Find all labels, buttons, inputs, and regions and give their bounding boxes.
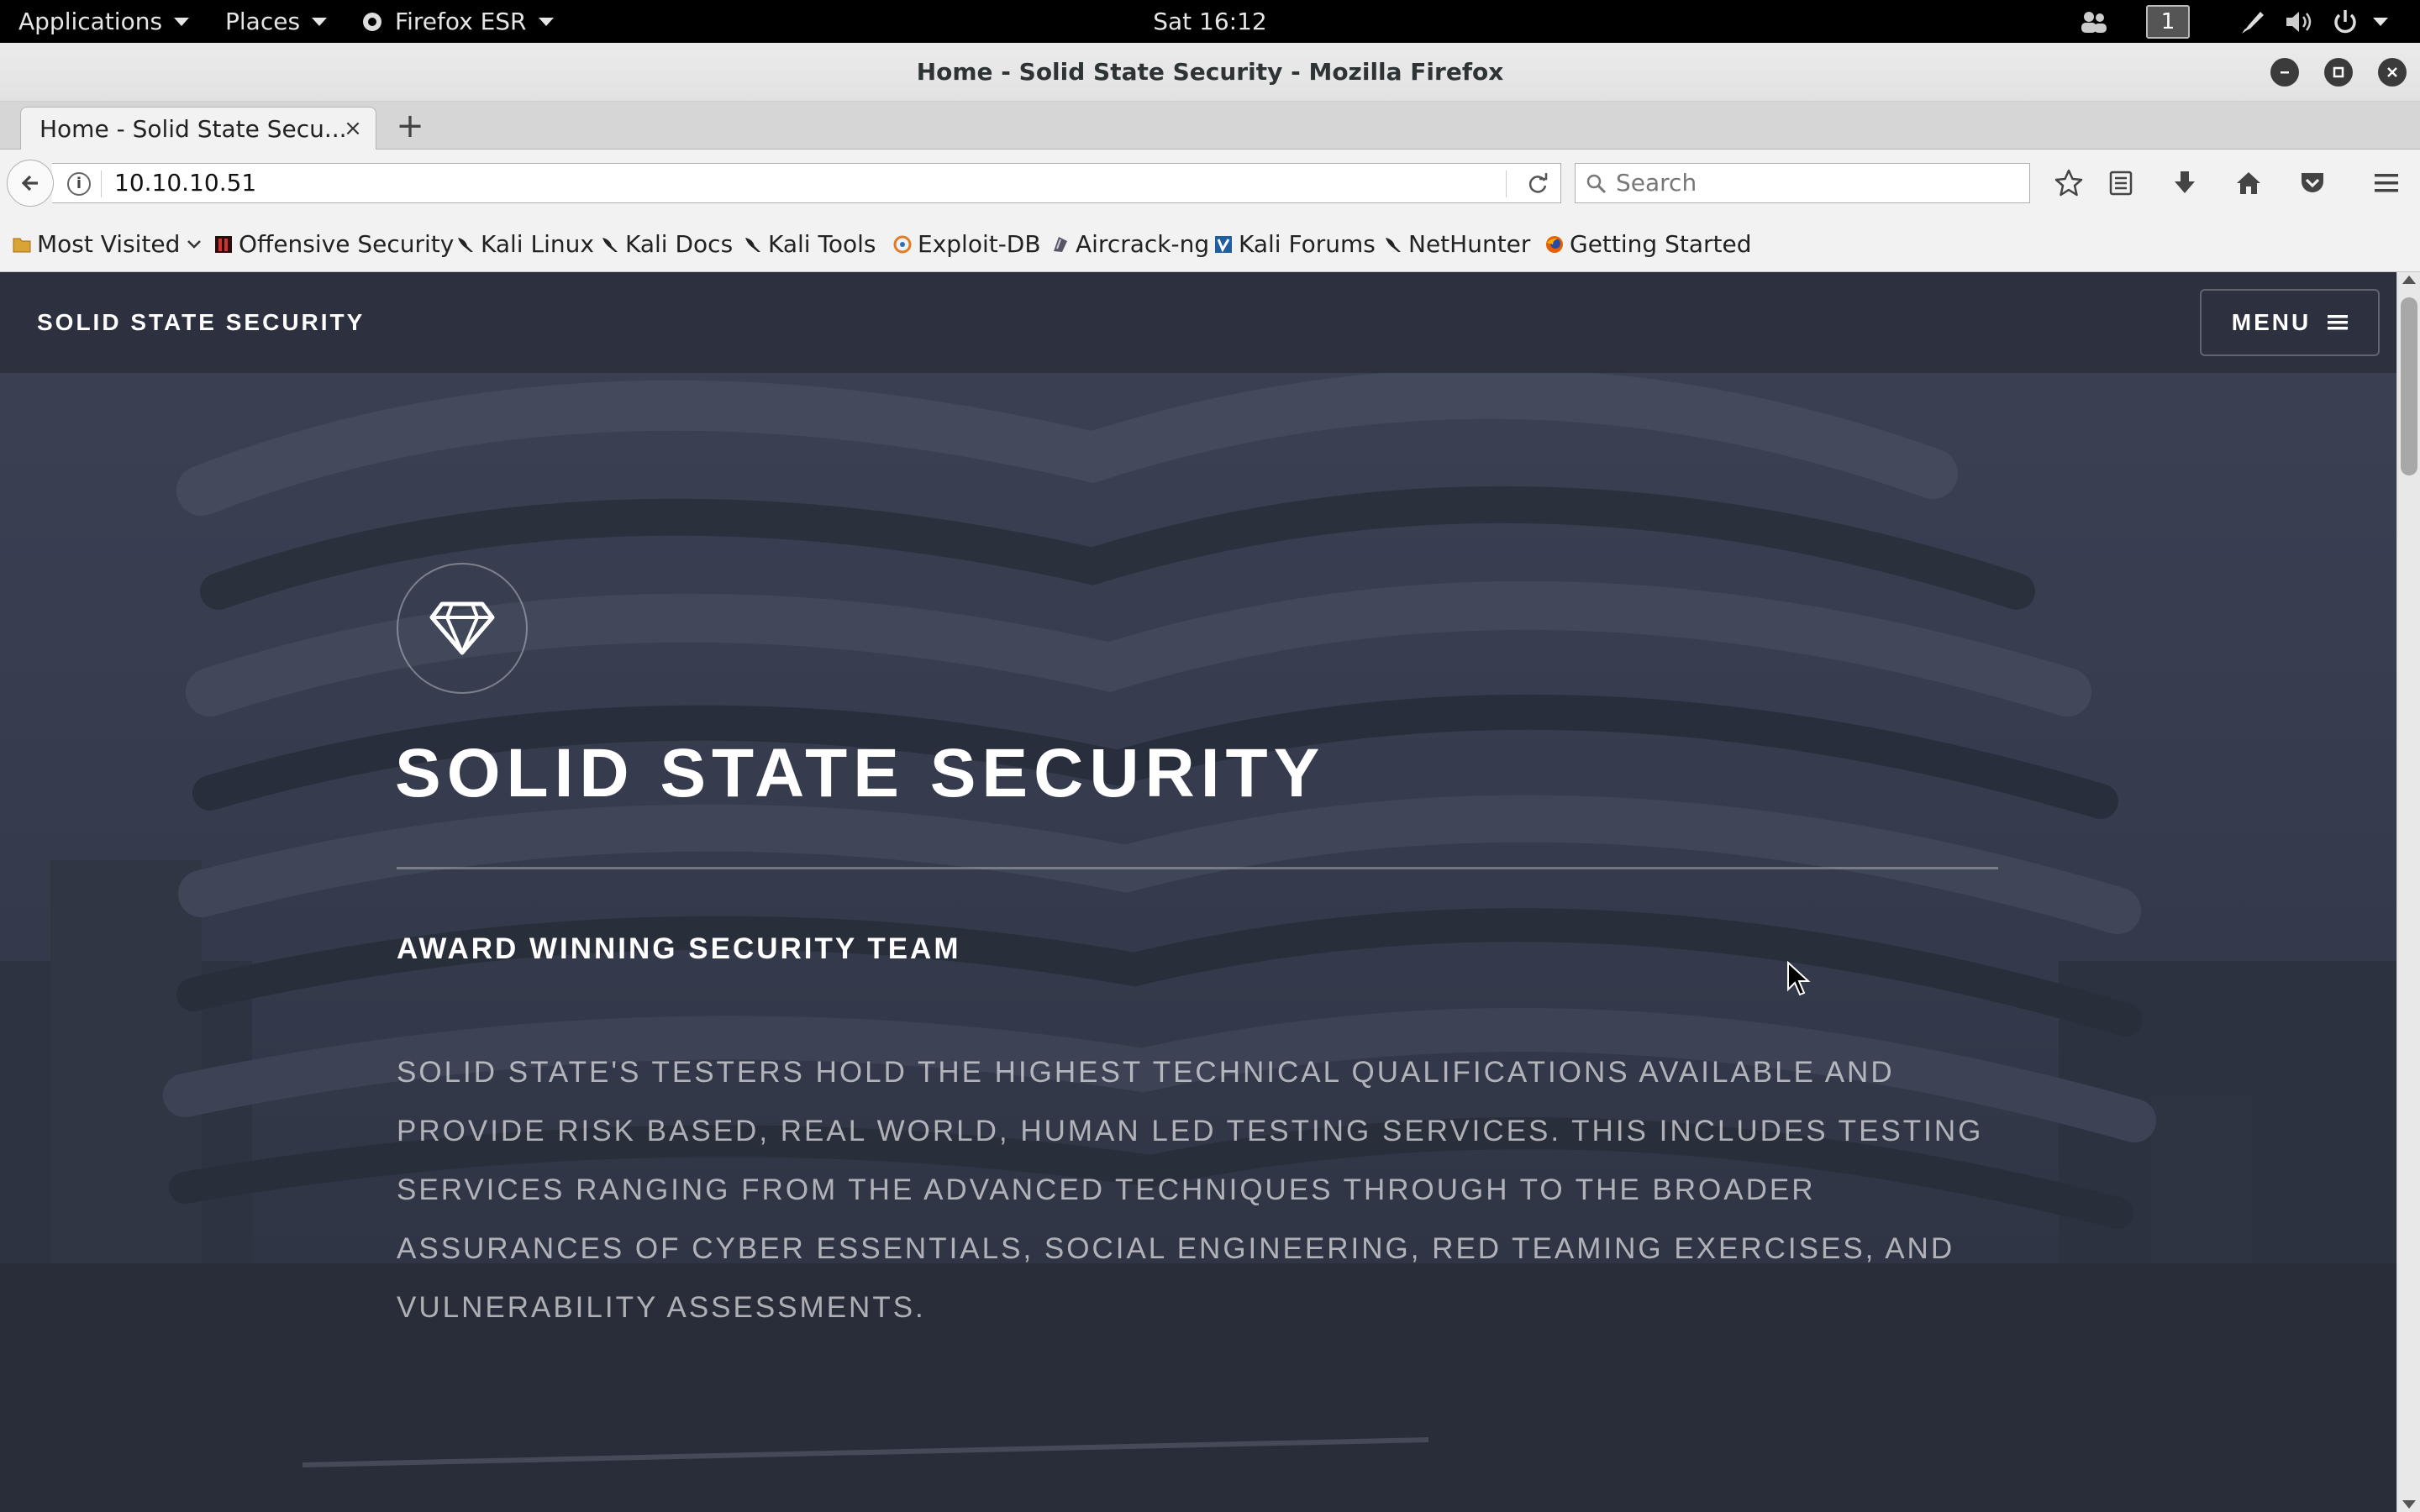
bookmark-label: Aircrack-ng <box>1076 230 1210 258</box>
bookmark-label: Exploit-DB <box>918 230 1041 258</box>
user-people-icon[interactable] <box>2079 10 2109 34</box>
close-window-button[interactable] <box>2378 58 2407 87</box>
bookmark-exploit-db[interactable]: Exploit-DB <box>892 217 1041 272</box>
hero-subtitle: AWARD WINNING SECURITY TEAM <box>397 932 961 965</box>
bookmark-label: Most Visited <box>37 230 181 258</box>
url-divider <box>101 171 102 197</box>
url-separator <box>1506 171 1507 197</box>
pen-tool-icon[interactable] <box>2238 7 2269 37</box>
bookmark-label: Kali Docs <box>625 230 734 258</box>
kali-dragon-icon <box>602 238 618 252</box>
reload-icon[interactable] <box>1524 171 1551 197</box>
bookmark-kali-tools[interactable]: Kali Tools <box>743 217 876 272</box>
bookmark-label: Kali Tools <box>768 230 876 258</box>
bookmark-kali-forums[interactable]: Kali Forums <box>1213 217 1376 272</box>
bookmark-label: NetHunter <box>1408 230 1531 258</box>
workspace-indicator[interactable]: 1 <box>2146 5 2190 39</box>
url-bar[interactable]: i 10.10.10.51 <box>52 163 1561 203</box>
tab-title: Home - Solid State Secu... <box>39 115 347 143</box>
page-scrollbar[interactable] <box>2396 272 2420 1512</box>
home-icon[interactable] <box>2233 168 2264 198</box>
diamond-logo <box>397 563 528 694</box>
hamburger-menu-icon <box>2328 315 2349 330</box>
chevron-down-icon <box>312 17 328 26</box>
menu-label: MENU <box>2231 309 2312 335</box>
tab-strip: Home - Solid State Secu... × + <box>0 102 2420 150</box>
tab-close-icon[interactable]: × <box>342 118 364 139</box>
site-menu-button[interactable]: MENU <box>2200 289 2380 356</box>
url-text[interactable]: 10.10.10.51 <box>114 164 256 202</box>
close-icon <box>2387 67 2397 77</box>
web-page: SOLID STATE SECURITY MENU SOLID STATE SE… <box>0 272 2396 1512</box>
hero-description: Solid State's testers hold the highest t… <box>397 1056 1984 1324</box>
gnome-top-bar: Applications Places Firefox ESR Sat 16:1… <box>0 0 2420 43</box>
bookmark-kali-docs[interactable]: Kali Docs <box>600 217 733 272</box>
kali-forums-icon <box>1215 236 1232 253</box>
chevron-down-icon <box>187 240 202 249</box>
minimize-icon <box>2281 71 2289 74</box>
places-label: Places <box>225 8 301 35</box>
site-header: SOLID STATE SECURITY MENU <box>0 272 2396 373</box>
bookmarks-toolbar: Most Visited Offensive Security Kali Lin… <box>0 217 2420 272</box>
bookmark-kali-linux[interactable]: Kali Linux <box>455 217 594 272</box>
download-icon[interactable] <box>2170 168 2200 198</box>
chevron-down-icon <box>174 17 190 26</box>
firefox-menu-label: Firefox ESR <box>395 8 527 35</box>
maximize-button[interactable] <box>2324 58 2353 87</box>
kali-dragon-icon <box>745 238 760 252</box>
search-bar[interactable]: Search <box>1575 163 2030 203</box>
maximize-icon <box>2333 66 2344 78</box>
offsec-icon <box>215 236 232 253</box>
navigation-toolbar: i 10.10.10.51 Search <box>0 150 2420 217</box>
mouse-cursor-icon <box>1787 961 1811 996</box>
bookmark-label: Offensive Security <box>239 230 455 258</box>
bookmark-offensive-security[interactable]: Offensive Security <box>213 217 454 272</box>
site-brand-link[interactable]: SOLID STATE SECURITY <box>37 272 365 373</box>
diamond-icon <box>429 601 495 655</box>
window-title: Home - Solid State Security - Mozilla Fi… <box>916 58 1504 86</box>
back-arrow-icon <box>21 175 38 192</box>
scroll-down-icon[interactable] <box>2402 1500 2416 1509</box>
firefox-icon <box>1546 236 1563 253</box>
scroll-up-icon[interactable] <box>2402 276 2416 284</box>
hero-title: SOLID STATE SECURITY <box>395 735 1326 811</box>
bookmark-label: Getting Started <box>1570 230 1752 258</box>
pocket-icon[interactable] <box>2297 168 2328 198</box>
window-titlebar[interactable]: Home - Solid State Security - Mozilla Fi… <box>0 43 2420 102</box>
hamburger-menu-icon[interactable] <box>2371 168 2402 198</box>
power-menu[interactable] <box>2331 0 2388 43</box>
bookmark-nethunter[interactable]: NetHunter <box>1383 217 1530 272</box>
reading-list-icon[interactable] <box>2106 168 2136 198</box>
firefox-icon <box>363 12 381 31</box>
places-menu[interactable]: Places <box>225 0 328 43</box>
bookmark-aircrack-ng[interactable]: Aircrack-ng <box>1050 217 1209 272</box>
applications-menu[interactable]: Applications <box>18 0 190 43</box>
hero-divider <box>397 867 1998 869</box>
applications-label: Applications <box>18 8 163 35</box>
search-icon <box>1586 174 1607 194</box>
bookmark-most-visited[interactable]: Most Visited <box>12 217 203 272</box>
exploitdb-icon <box>893 235 912 254</box>
info-icon[interactable]: i <box>67 172 91 196</box>
bookmark-label: Kali Forums <box>1239 230 1376 258</box>
power-icon <box>2334 9 2356 33</box>
minimize-button[interactable] <box>2270 58 2299 87</box>
bookmark-label: Kali Linux <box>481 230 594 258</box>
chevron-down-icon <box>2373 17 2388 26</box>
chevron-down-icon <box>538 17 554 26</box>
back-button[interactable] <box>7 160 54 207</box>
tab-home[interactable]: Home - Solid State Secu... × <box>20 107 376 150</box>
new-tab-button[interactable]: + <box>393 109 427 144</box>
search-placeholder: Search <box>1616 169 1697 197</box>
folder-icon <box>13 238 31 253</box>
scroll-thumb[interactable] <box>2401 297 2417 475</box>
firefox-app-menu[interactable]: Firefox ESR <box>361 0 554 43</box>
aircrack-icon <box>1054 237 1067 252</box>
kali-dragon-icon <box>458 238 473 252</box>
kali-dragon-icon <box>1386 238 1401 252</box>
bookmark-star-icon[interactable] <box>2054 168 2084 198</box>
volume-icon[interactable] <box>2284 8 2316 35</box>
bookmark-getting-started[interactable]: Getting Started <box>1544 217 1751 272</box>
